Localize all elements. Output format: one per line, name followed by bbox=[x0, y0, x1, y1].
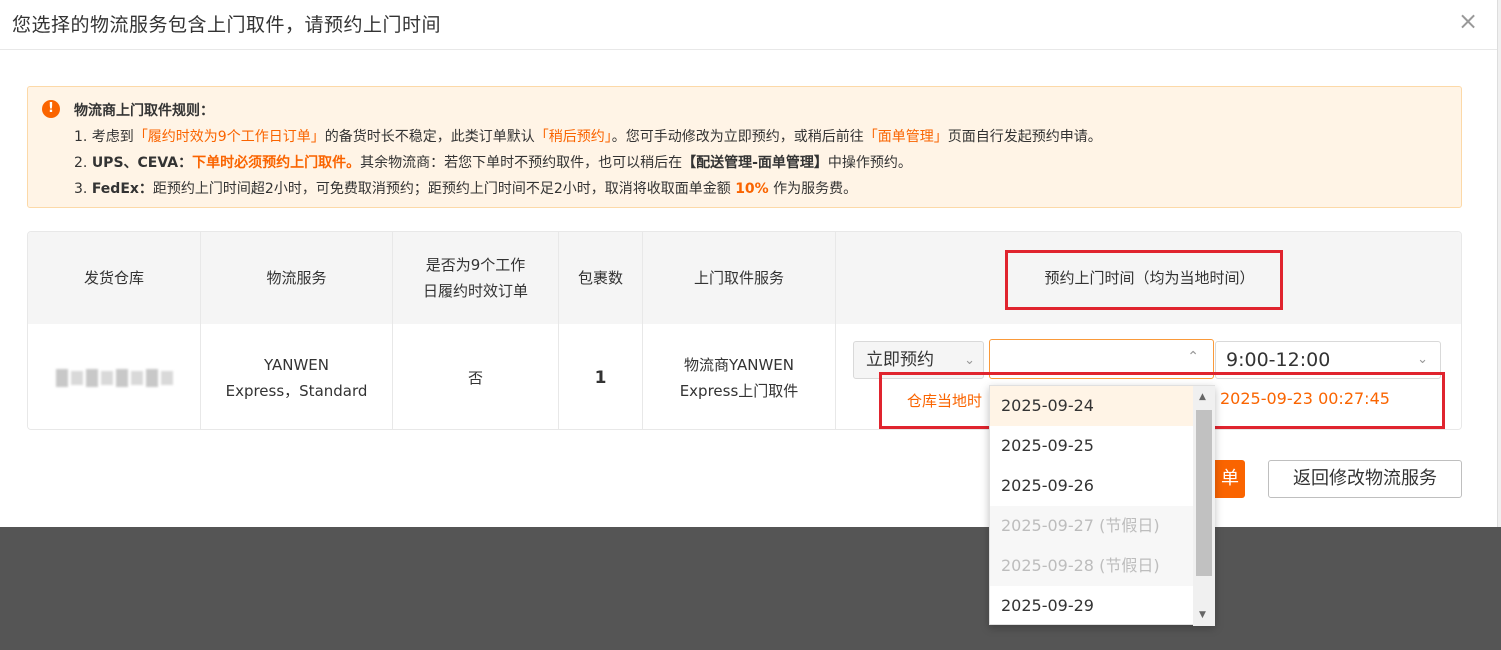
dropdown-scrollbar[interactable]: ▲ ▼ bbox=[1193, 386, 1215, 626]
service-cell: YANWEN Express，Standard bbox=[201, 324, 393, 429]
date-options-list: 2025-09-24 2025-09-25 2025-09-26 2025-09… bbox=[990, 386, 1193, 626]
warehouse-cell bbox=[28, 324, 201, 429]
scrollbar-thumb[interactable] bbox=[1196, 410, 1212, 576]
header-packages: 包裹数 bbox=[559, 232, 643, 324]
blurred-warehouse-name bbox=[55, 368, 173, 387]
date-dropdown: 2025-09-24 2025-09-25 2025-09-26 2025-09… bbox=[989, 385, 1215, 626]
scroll-down-icon[interactable]: ▼ bbox=[1199, 610, 1206, 620]
nine-day-cell: 否 bbox=[393, 324, 559, 429]
header-service: 物流服务 bbox=[201, 232, 393, 324]
notice-title: 物流商上门取件规则： bbox=[74, 103, 214, 119]
window-edge bbox=[1497, 0, 1501, 527]
scroll-up-icon[interactable]: ▲ bbox=[1199, 392, 1206, 402]
notice-rule-3: 3. FedEx：距预约上门时间超2小时，可免费取消预约；距预约上门时间不足2小… bbox=[74, 181, 858, 197]
date-option[interactable]: 2025-09-24 bbox=[990, 386, 1193, 426]
close-icon[interactable]: × bbox=[1457, 8, 1479, 34]
date-option-holiday: 2025-09-27 (节假日) bbox=[990, 506, 1193, 546]
notice-rule-1: 1. 考虑到「履约时效为9个工作日订单」的备货时长不稳定，此类订单默认「稍后预约… bbox=[74, 129, 1102, 145]
warning-icon: ! bbox=[42, 100, 60, 118]
date-option[interactable]: 2025-09-25 bbox=[990, 426, 1193, 466]
header-pickup-service: 上门取件服务 bbox=[643, 232, 836, 324]
modal-header: 您选择的物流服务包含上门取件，请预约上门时间 × bbox=[0, 0, 1497, 50]
date-option[interactable]: 2025-09-26 bbox=[990, 466, 1193, 506]
package-count-cell: 1 bbox=[559, 324, 643, 429]
date-option[interactable]: 2025-09-29 bbox=[990, 586, 1193, 626]
pickup-schedule-modal: 您选择的物流服务包含上门取件，请预约上门时间 × ! 物流商上门取件规则： 1.… bbox=[0, 0, 1501, 527]
chevron-up-icon: ⌃ bbox=[1187, 349, 1199, 365]
pickup-service-cell: 物流商YANWEN Express上门取件 bbox=[643, 324, 836, 429]
modal-title: 您选择的物流服务包含上门取件，请预约上门时间 bbox=[12, 14, 442, 36]
highlight-box-time-header bbox=[1005, 250, 1283, 310]
header-nine-day-order: 是否为9个工作 日履约时效订单 bbox=[393, 232, 559, 324]
date-option-holiday: 2025-09-28 (节假日) bbox=[990, 546, 1193, 586]
notice-rule-2: 2. UPS、CEVA：下单时必须预约上门取件。其余物流商：若您下单时不预约取件… bbox=[74, 155, 912, 171]
pickup-rules-notice: ! 物流商上门取件规则： 1. 考虑到「履约时效为9个工作日订单」的备货时长不稳… bbox=[27, 86, 1462, 208]
header-warehouse: 发货仓库 bbox=[28, 232, 201, 324]
back-to-service-button[interactable]: 返回修改物流服务 bbox=[1268, 460, 1462, 498]
